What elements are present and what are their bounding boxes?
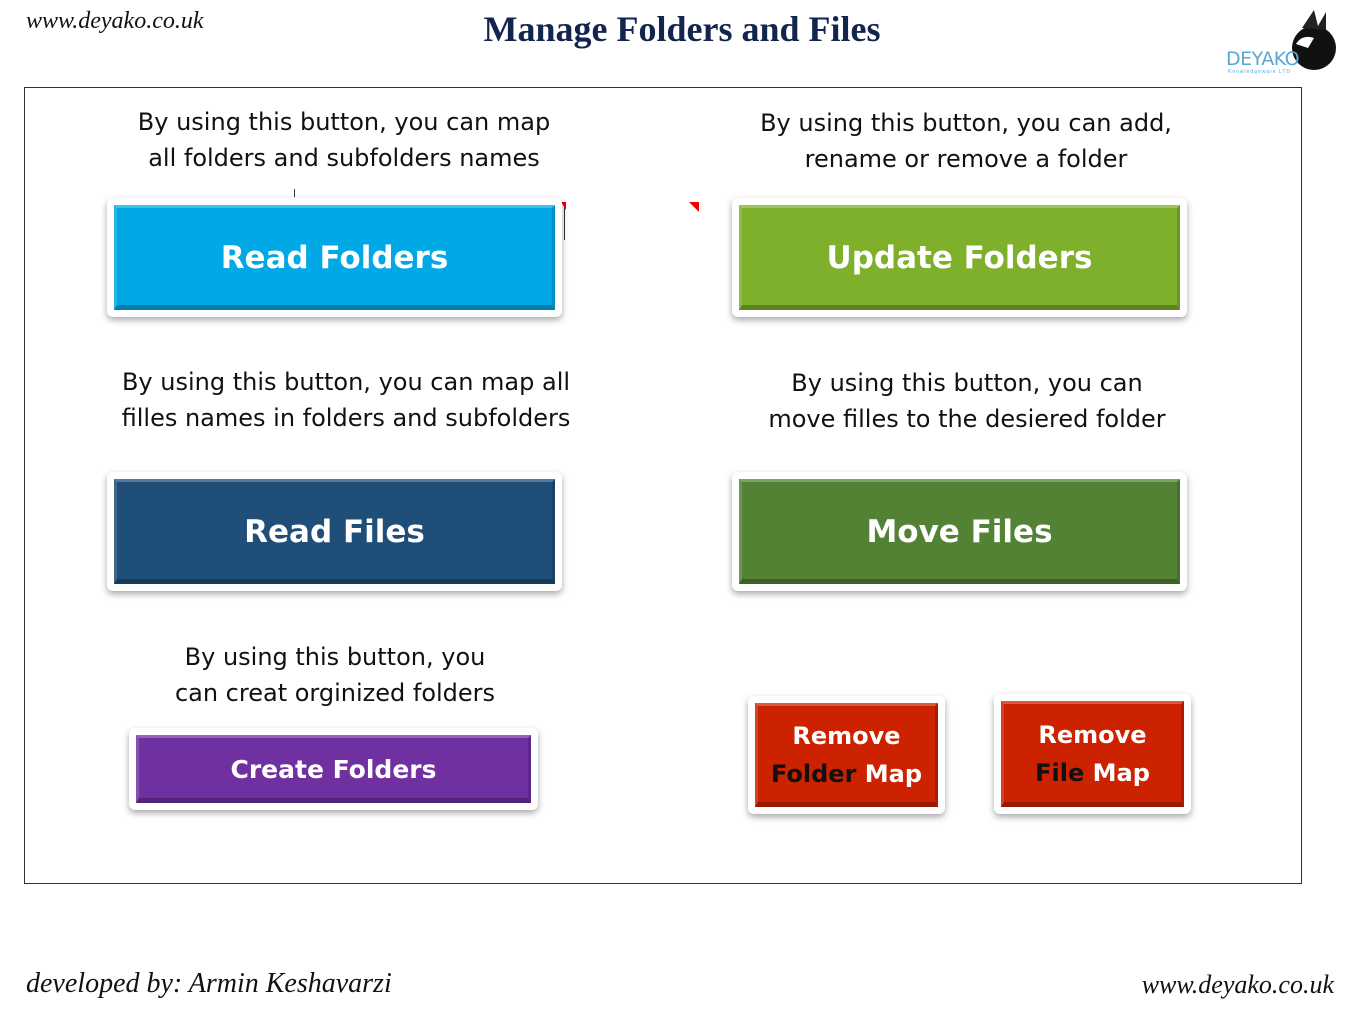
site-url-footer[interactable]: www.deyako.co.uk [1142,970,1334,1000]
label-dark-word: Folder [770,760,857,788]
move-files-button[interactable]: Move Files [732,472,1187,591]
move-files-description: By using this button, you can move fille… [717,365,1217,437]
description-line: By using this button, you can [791,369,1143,397]
description-line: move filles to the desiered folder [768,405,1166,433]
description-line: By using this button, you can map all [121,368,571,396]
developer-credit: developed by: Armin Keshavarzi [26,968,392,999]
description-line: can creat orginized folders [174,679,496,707]
label-dark-word: File [1035,759,1085,787]
read-folders-face[interactable]: Read Folders [114,205,555,310]
update-folders-button[interactable]: Update Folders [732,198,1187,317]
read-files-description: By using this button, you can map all fi… [96,364,596,436]
button-label-line2: Folder Map [771,755,922,793]
button-label-line2: File Map [1035,754,1150,792]
description-line: all folders and subfolders names [148,144,540,172]
create-folders-description: By using this button, you can creat orgi… [85,639,585,711]
update-folders-description: By using this button, you can add, renam… [716,105,1216,177]
remove-folder-map-face[interactable]: Remove Folder Map [755,703,938,807]
remove-file-map-face[interactable]: Remove File Map [1001,701,1184,807]
deyako-logo: DEYAKO Knowledgeware LTD [1222,8,1342,76]
label-light-word: Map [864,760,923,788]
read-folders-description: By using this button, you can map all fo… [94,104,594,176]
description-line: rename or remove a folder [804,145,1128,173]
button-label-line1: Remove [1038,721,1147,749]
label-light-word: Map [1092,759,1150,787]
comment-indicator-icon [689,202,699,212]
update-folders-face[interactable]: Update Folders [739,205,1180,310]
create-folders-face[interactable]: Create Folders [136,735,531,803]
read-folders-button[interactable]: Read Folders [107,198,562,317]
read-files-button[interactable]: Read Files [107,472,562,591]
description-line: By using this button, you can map [137,108,551,136]
remove-folder-map-button[interactable]: Remove Folder Map [748,696,945,814]
button-label: Create Folders [230,754,437,784]
cell-cursor-mark [294,189,295,197]
logo-tagline: Knowledgeware LTD [1228,69,1292,75]
read-files-face[interactable]: Read Files [114,479,555,584]
button-label: Update Folders [826,239,1093,276]
logo-name: DEYAKO [1226,48,1300,70]
button-label: Read Files [244,513,425,550]
page-title: Manage Folders and Files [483,9,881,49]
button-label: Move Files [866,513,1053,550]
description-line: By using this button, you [184,643,486,671]
button-label: Read Folders [220,239,449,276]
description-line: By using this button, you can add, [760,109,1172,137]
button-label-line1: Remove [792,722,901,750]
description-line: filles names in folders and subfolders [121,404,571,432]
remove-file-map-button[interactable]: Remove File Map [994,694,1191,814]
move-files-face[interactable]: Move Files [739,479,1180,584]
create-folders-button[interactable]: Create Folders [129,728,538,810]
